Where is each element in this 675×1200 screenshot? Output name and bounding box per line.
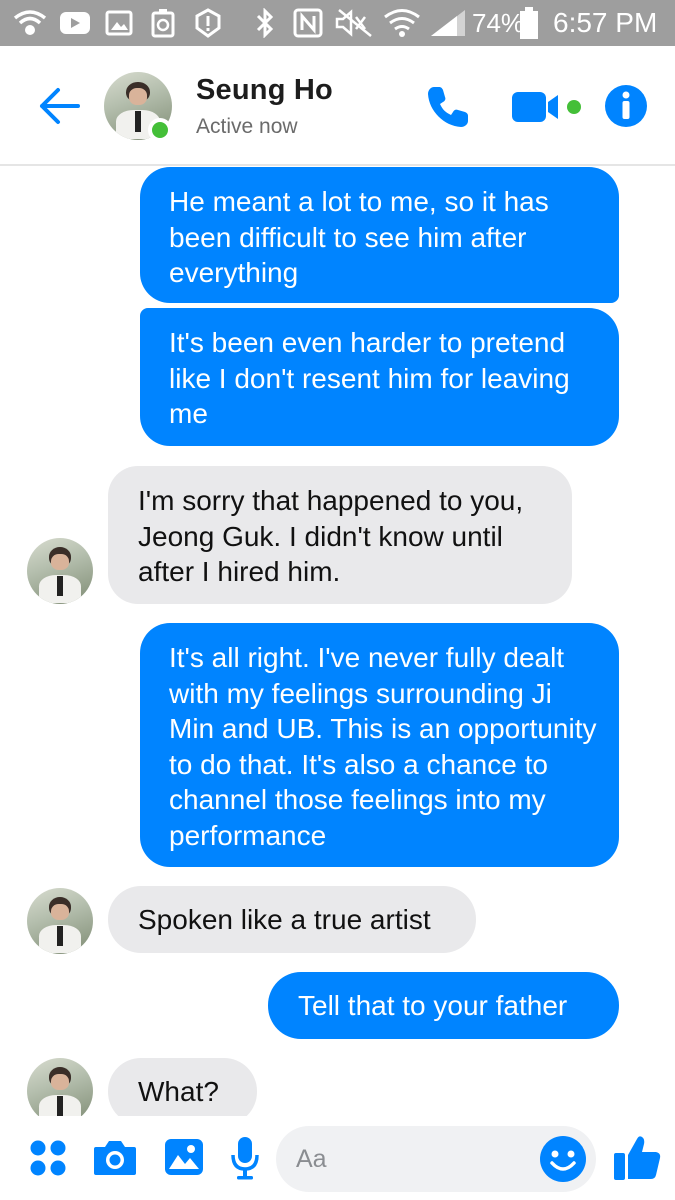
- message-bubble-outgoing[interactable]: He meant a lot to me, so it has been dif…: [140, 167, 619, 303]
- conversation-info-button[interactable]: [600, 80, 652, 132]
- thumbs-up-icon: [614, 1136, 661, 1180]
- battery-icon: [520, 7, 538, 39]
- nfc-icon: [292, 8, 324, 38]
- like-button[interactable]: [610, 1130, 664, 1186]
- battery-percent: 74%: [472, 8, 525, 38]
- image-icon: [104, 8, 134, 38]
- video-camera-icon: [512, 92, 581, 122]
- message-bubble-incoming[interactable]: What?: [108, 1058, 257, 1116]
- phone-icon: [428, 87, 468, 127]
- gallery-button[interactable]: [160, 1132, 208, 1182]
- message-list[interactable]: He meant a lot to me, so it has been dif…: [0, 166, 675, 1116]
- chat-header: Seung Ho Active now: [0, 46, 675, 166]
- camera-icon: [94, 1141, 136, 1175]
- emoji-icon: [540, 1136, 586, 1182]
- message-composer: [0, 1116, 675, 1200]
- recycle-icon: [148, 8, 178, 38]
- message-bubble-incoming[interactable]: Spoken like a true artist: [108, 886, 476, 953]
- contact-status: Active now: [196, 115, 298, 138]
- voice-clip-button[interactable]: [226, 1132, 264, 1184]
- bluetooth-icon: [252, 8, 278, 38]
- sender-avatar[interactable]: [27, 1058, 93, 1116]
- sender-avatar[interactable]: [27, 538, 93, 604]
- info-icon: [605, 85, 647, 127]
- wifi-icon: [382, 8, 422, 38]
- voice-call-button[interactable]: [420, 80, 476, 134]
- gallery-icon: [165, 1139, 203, 1175]
- back-button[interactable]: [38, 86, 82, 126]
- online-status-dot: [148, 118, 172, 142]
- sender-avatar[interactable]: [27, 888, 93, 954]
- wifi-calling-icon: [12, 8, 48, 38]
- alert-icon: [192, 8, 224, 38]
- message-bubble-incoming[interactable]: I'm sorry that happened to you, Jeong Gu…: [108, 466, 572, 604]
- message-bubble-outgoing[interactable]: It's been even harder to pretend like I …: [140, 308, 619, 446]
- clock: 6:57 PM: [553, 7, 658, 38]
- apps-icon: [30, 1140, 66, 1176]
- mute-icon: [334, 8, 374, 38]
- microphone-icon: [231, 1137, 259, 1180]
- youtube-icon: [58, 8, 92, 38]
- more-apps-button[interactable]: [24, 1134, 72, 1182]
- camera-button[interactable]: [90, 1132, 140, 1182]
- message-bubble-outgoing[interactable]: Tell that to your father: [268, 972, 619, 1039]
- status-bar: 74% 6:57 PM: [0, 0, 675, 46]
- emoji-button[interactable]: [538, 1134, 588, 1184]
- contact-name[interactable]: Seung Ho: [196, 74, 333, 107]
- back-arrow-icon: [40, 88, 80, 124]
- video-call-button[interactable]: [508, 86, 588, 128]
- signal-icon: [428, 8, 468, 38]
- message-bubble-outgoing[interactable]: It's all right. I've never fully dealt w…: [140, 623, 619, 867]
- message-input[interactable]: [296, 1126, 546, 1192]
